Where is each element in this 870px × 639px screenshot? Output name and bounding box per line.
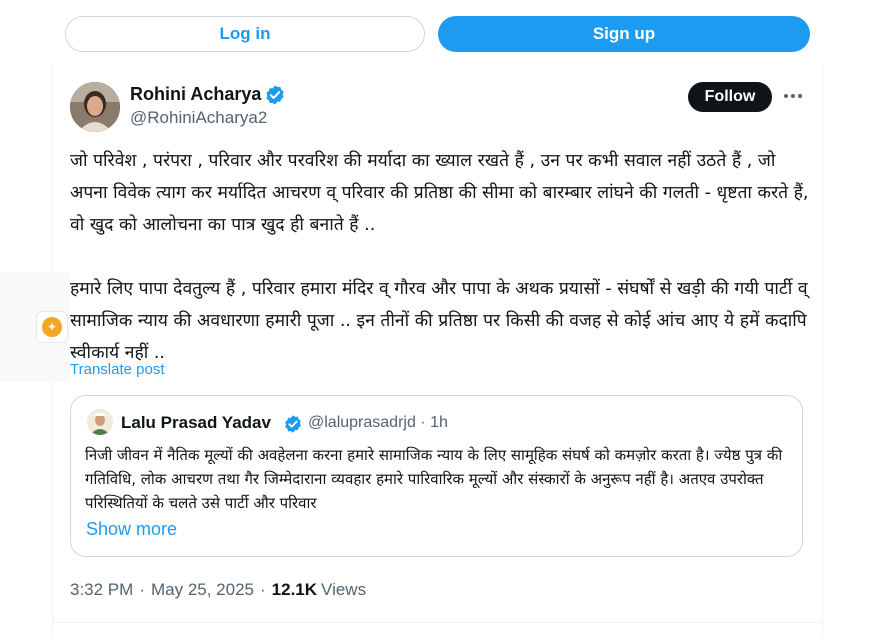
verified-badge-icon: [266, 85, 284, 105]
translate-post-link[interactable]: Translate post: [70, 361, 165, 378]
quote-verified-badge-icon: [285, 415, 301, 433]
auth-bar: Log in Sign up: [0, 0, 870, 64]
author-handle[interactable]: @RohiniAcharya2: [130, 108, 267, 128]
divider: [52, 622, 823, 623]
quote-author-avatar[interactable]: [87, 409, 113, 435]
author-avatar[interactable]: [70, 82, 120, 132]
views-count: 12.1K: [271, 580, 318, 599]
tweet-time[interactable]: 3:32 PM: [70, 580, 133, 600]
tweet-paragraph-2: हमारे लिए पापा देवतुल्य हैं , परिवार हमा…: [70, 279, 808, 363]
quote-avatar-image: [87, 409, 113, 435]
quote-author-name[interactable]: Lalu Prasad Yadav: [121, 413, 271, 433]
follow-button[interactable]: Follow: [688, 82, 772, 112]
show-more-link[interactable]: Show more: [86, 519, 177, 540]
more-dots-icon: [784, 94, 802, 98]
quote-author-handle[interactable]: @laluprasadrjd · 1h: [308, 414, 448, 432]
signup-button[interactable]: Sign up: [438, 16, 810, 52]
meta-separator: ·: [260, 580, 266, 599]
tweet-meta: 3:32 PM · May 25, 2025 · 12.1K Views: [70, 580, 366, 600]
tweet-date[interactable]: May 25, 2025: [151, 580, 254, 600]
more-horizontal-icon[interactable]: [781, 84, 805, 108]
tweet-paragraph-1: जो परिवेश , परंपरा , परिवार और परवरिश की…: [70, 151, 809, 235]
meta-separator: ·: [139, 580, 145, 599]
login-button[interactable]: Log in: [65, 16, 425, 52]
quote-text: निजी जीवन में नैतिक मूल्यों की अवहेलना क…: [85, 446, 783, 512]
side-widget-icon[interactable]: ✦: [37, 312, 67, 342]
views-label: Views: [321, 580, 367, 599]
author-name[interactable]: Rohini Acharya: [130, 84, 261, 105]
author-avatar-image: [70, 82, 120, 132]
tweet-text: जो परिवेश , परंपरा , परिवार और परवरिश की…: [70, 145, 818, 369]
